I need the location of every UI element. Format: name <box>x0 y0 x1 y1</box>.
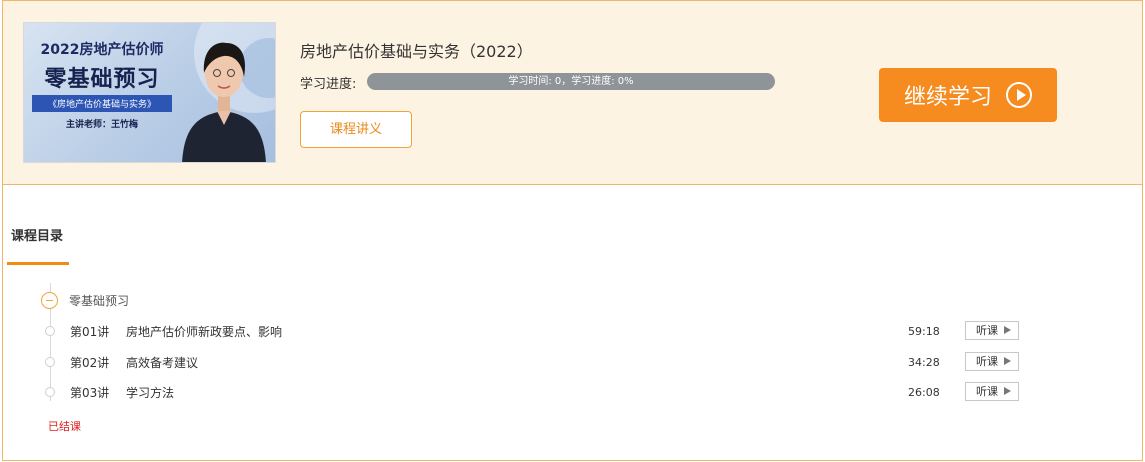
cover-title-line2: 零基础预习 <box>44 67 160 92</box>
lesson-dot-icon <box>45 326 55 336</box>
lesson-number: 第01讲 <box>70 325 110 339</box>
play-circle-icon <box>1006 82 1032 108</box>
course-page: 2022房地产估价师 零基础预习 《房地产估价基础与实务》 主讲老师：王竹梅 房… <box>2 0 1143 461</box>
progress-bar: 学习时间: 0，学习进度: 0% <box>367 73 775 90</box>
lesson-duration: 26:08 <box>908 386 940 399</box>
course-title: 房地产估价基础与实务（2022） <box>300 42 533 61</box>
lesson-duration: 34:28 <box>908 356 940 369</box>
cover-teacher: 主讲老师：王竹梅 <box>65 120 138 130</box>
continue-learning-label: 继续学习 <box>903 85 992 110</box>
lesson-duration: 59:18 <box>908 325 940 338</box>
cover-subject: 《房地产估价基础与实务》 <box>32 95 172 112</box>
play-triangle-icon <box>1004 357 1011 365</box>
tab-course-catalog[interactable]: 课程目录 <box>11 225 63 244</box>
course-status-finished: 已结课 <box>48 420 81 433</box>
lesson-row: 第01讲 房地产估价师新政要点、影响 59:18 听课 <box>3 320 1142 342</box>
teacher-portrait <box>182 42 266 162</box>
lesson-title[interactable]: 房地产估价师新政要点、影响 <box>126 323 282 340</box>
cover-title-line1: 2022房地产估价师 <box>40 42 164 58</box>
progress-text: 学习时间: 0，学习进度: 0% <box>508 76 634 87</box>
lesson-dot-icon <box>45 387 55 397</box>
continue-learning-button[interactable]: 继续学习 <box>879 68 1057 122</box>
collapse-minus-icon[interactable] <box>41 291 58 309</box>
listen-button[interactable]: 听课 <box>965 321 1019 340</box>
chapter-title: 零基础预习 <box>69 293 130 308</box>
listen-button-label: 听课 <box>976 355 998 368</box>
play-triangle-icon <box>1004 387 1011 395</box>
course-cover-image[interactable]: 2022房地产估价师 零基础预习 《房地产估价基础与实务》 主讲老师：王竹梅 <box>23 22 276 163</box>
listen-button-label: 听课 <box>976 324 998 337</box>
listen-button[interactable]: 听课 <box>965 382 1019 401</box>
listen-button-label: 听课 <box>976 385 998 398</box>
chapter-row: 零基础预习 <box>41 291 129 309</box>
lecture-notes-button[interactable]: 课程讲义 <box>300 111 412 148</box>
course-header: 2022房地产估价师 零基础预习 《房地产估价基础与实务》 主讲老师：王竹梅 房… <box>3 1 1142 185</box>
lesson-row: 第02讲 高效备考建议 34:28 听课 <box>3 351 1142 373</box>
lesson-title[interactable]: 高效备考建议 <box>126 354 198 371</box>
lesson-dot-icon <box>45 357 55 367</box>
lesson-number: 第02讲 <box>70 356 110 370</box>
lesson-row: 第03讲 学习方法 26:08 听课 <box>3 381 1142 403</box>
play-triangle-icon <box>1004 326 1011 334</box>
progress-label: 学习进度: <box>300 77 357 92</box>
lesson-number: 第03讲 <box>70 386 110 400</box>
listen-button[interactable]: 听课 <box>965 352 1019 371</box>
lesson-title[interactable]: 学习方法 <box>126 384 174 401</box>
tab-active-underline <box>7 262 69 265</box>
